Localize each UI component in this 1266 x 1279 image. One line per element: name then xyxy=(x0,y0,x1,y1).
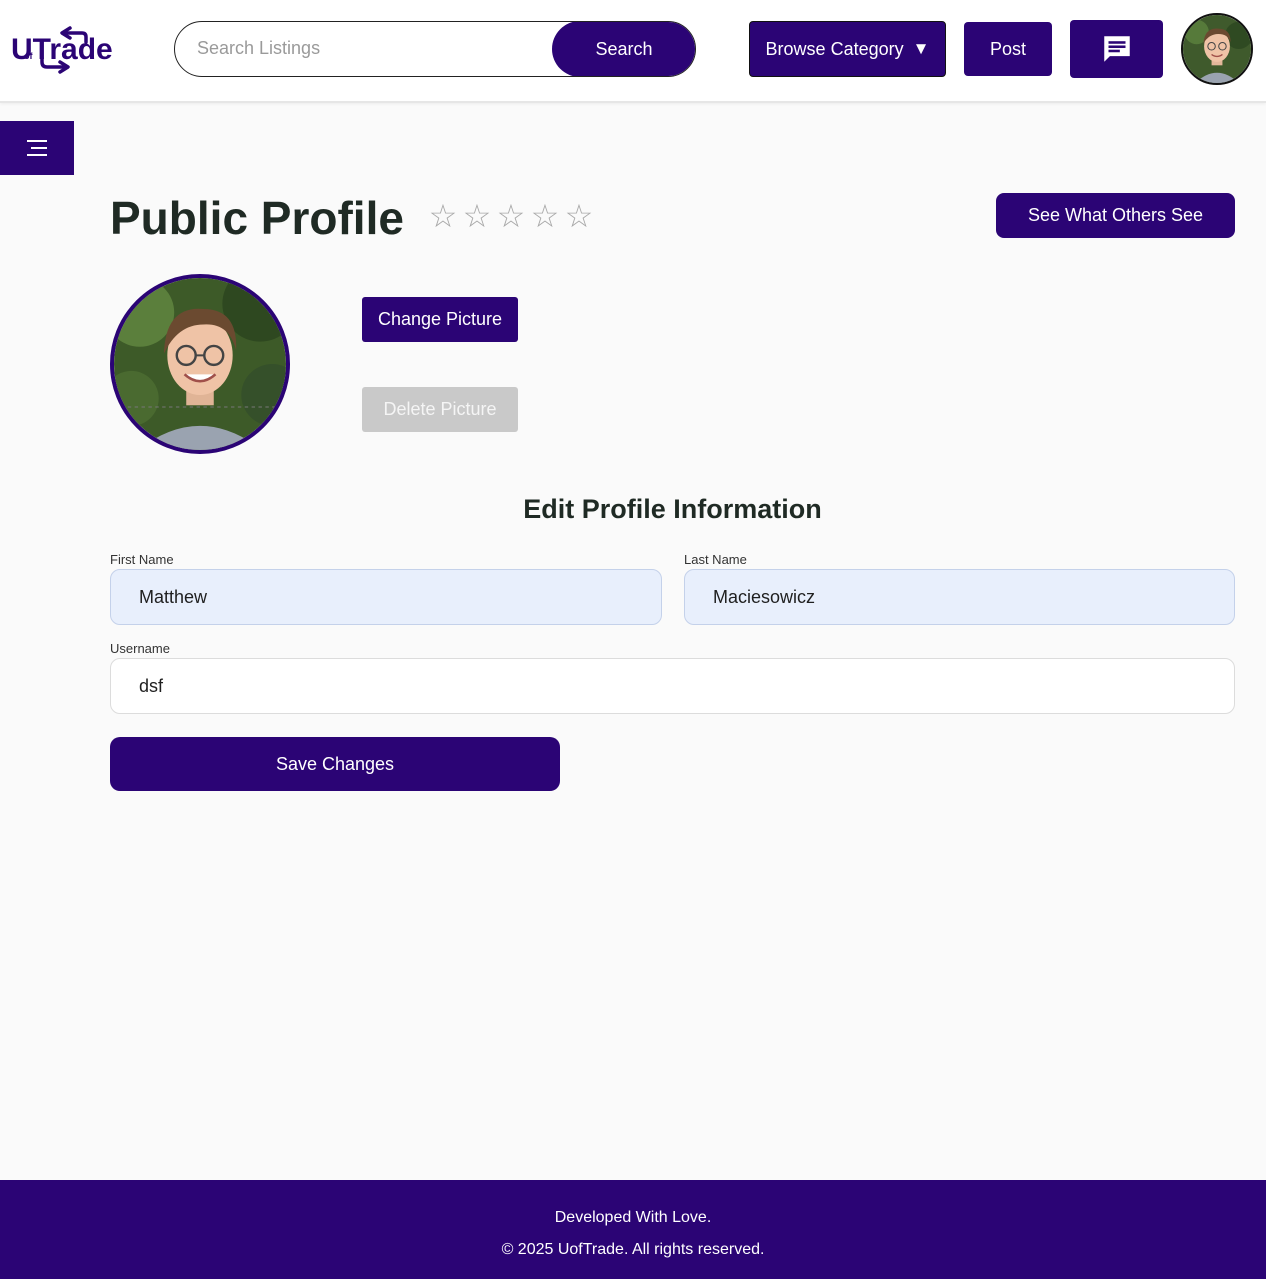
sidebar-menu-button[interactable] xyxy=(0,121,74,175)
first-name-label: First Name xyxy=(110,552,174,567)
search-bar: Search xyxy=(174,21,696,77)
chat-icon xyxy=(1103,36,1130,62)
user-avatar[interactable] xyxy=(1181,13,1253,85)
see-what-others-see-button[interactable]: See What Others See xyxy=(996,193,1235,238)
last-name-label: Last Name xyxy=(684,552,747,567)
delete-picture-button[interactable]: Delete Picture xyxy=(362,387,518,432)
star-icon: ☆ xyxy=(564,198,594,234)
post-button[interactable]: Post xyxy=(964,22,1052,76)
footer-tagline: Developed With Love. xyxy=(554,1209,712,1226)
save-changes-button[interactable]: Save Changes xyxy=(110,737,560,791)
last-name-field[interactable] xyxy=(684,569,1235,625)
menu-icon xyxy=(27,140,47,156)
logo-text: UTrade xyxy=(11,33,113,66)
browse-category-button[interactable]: Browse Category ▼ xyxy=(749,21,946,77)
search-button[interactable]: Search xyxy=(552,22,695,76)
edit-profile-heading: Edit Profile Information xyxy=(523,494,822,524)
messages-button[interactable] xyxy=(1070,20,1163,78)
star-icon: ☆ xyxy=(428,198,458,234)
utrade-logo[interactable]: UTrade of xyxy=(10,22,114,76)
username-field[interactable] xyxy=(110,658,1235,714)
profile-photo xyxy=(114,278,286,450)
top-navbar: UTrade of Search Browse Category ▼ Post xyxy=(0,0,1266,103)
star-icon: ☆ xyxy=(496,198,526,234)
footer: Developed With Love. © 2025 UofTrade. Al… xyxy=(0,1180,1266,1279)
star-icon: ☆ xyxy=(462,198,492,234)
logo-small-text: of xyxy=(24,51,33,61)
browse-category-label: Browse Category xyxy=(765,38,904,59)
profile-picture xyxy=(110,274,290,454)
username-label: Username xyxy=(110,641,170,656)
page-title: Public Profile xyxy=(110,192,404,244)
avatar-photo xyxy=(1183,15,1251,83)
caret-down-icon: ▼ xyxy=(912,39,930,58)
footer-copyright: © 2025 UofTrade. All rights reserved. xyxy=(501,1241,765,1258)
change-picture-button[interactable]: Change Picture xyxy=(362,297,518,342)
star-icon: ☆ xyxy=(530,198,560,234)
rating-stars: ☆ ☆ ☆ ☆ ☆ xyxy=(428,198,594,234)
search-input[interactable] xyxy=(175,22,565,75)
first-name-field[interactable] xyxy=(110,569,662,625)
